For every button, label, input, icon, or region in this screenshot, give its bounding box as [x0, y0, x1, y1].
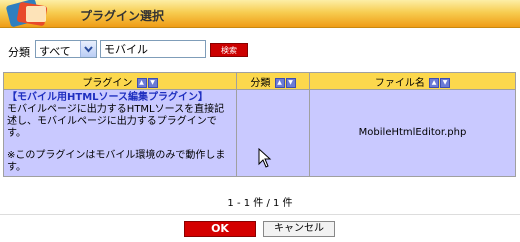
category-select-value: すべて — [39, 45, 71, 58]
sort-asc-icon[interactable]: ▲ — [274, 77, 285, 88]
sort-asc-icon[interactable]: ▲ — [429, 77, 440, 88]
plugin-description: モバイルページに出力するHTMLソースを直接記述し、モバイルページに出力するプラ… — [7, 104, 225, 139]
category-select[interactable]: すべて — [35, 40, 97, 58]
plugin-name[interactable]: 【モバイル用HTMLソース編集プラグイン】 — [7, 92, 233, 104]
pagination-text: 1 - 1 件 / 1 件 — [227, 198, 293, 209]
search-input[interactable] — [100, 40, 206, 58]
column-header-filename[interactable]: ファイル名 ▲ ▼ — [309, 72, 516, 90]
sort-desc-icon[interactable]: ▼ — [147, 77, 158, 88]
plugin-note: ※このプラグインはモバイル環境のみで動作します。 — [7, 150, 226, 173]
ok-button[interactable]: OK — [184, 221, 256, 237]
mouse-cursor-icon — [258, 148, 272, 168]
sort-desc-icon[interactable]: ▼ — [440, 77, 451, 88]
column-header-category[interactable]: 分類 ▲ ▼ — [236, 72, 310, 90]
sort-asc-icon[interactable]: ▲ — [136, 77, 147, 88]
plugin-cell[interactable]: 【モバイル用HTMLソース編集プラグイン】 モバイルページに出力するHTMLソー… — [3, 89, 237, 177]
table-header-row: プラグイン ▲ ▼ 分類 ▲ ▼ ファイル名 ▲ ▼ — [3, 72, 516, 90]
divider — [0, 214, 520, 215]
chevron-down-icon[interactable] — [80, 41, 96, 57]
category-label: 分類 — [8, 46, 30, 59]
sort-desc-icon[interactable]: ▼ — [285, 77, 296, 88]
plugin-logo-icon — [6, 0, 48, 27]
window-header: プラグイン選択 — [0, 0, 520, 28]
filename-cell: MobileHtmlEditor.php — [309, 89, 516, 177]
cancel-button[interactable]: キャンセル — [263, 221, 335, 237]
category-cell — [236, 89, 310, 177]
column-header-plugin[interactable]: プラグイン ▲ ▼ — [3, 72, 237, 90]
search-button[interactable]: 検索 — [210, 43, 248, 57]
page-title: プラグイン選択 — [80, 9, 165, 23]
